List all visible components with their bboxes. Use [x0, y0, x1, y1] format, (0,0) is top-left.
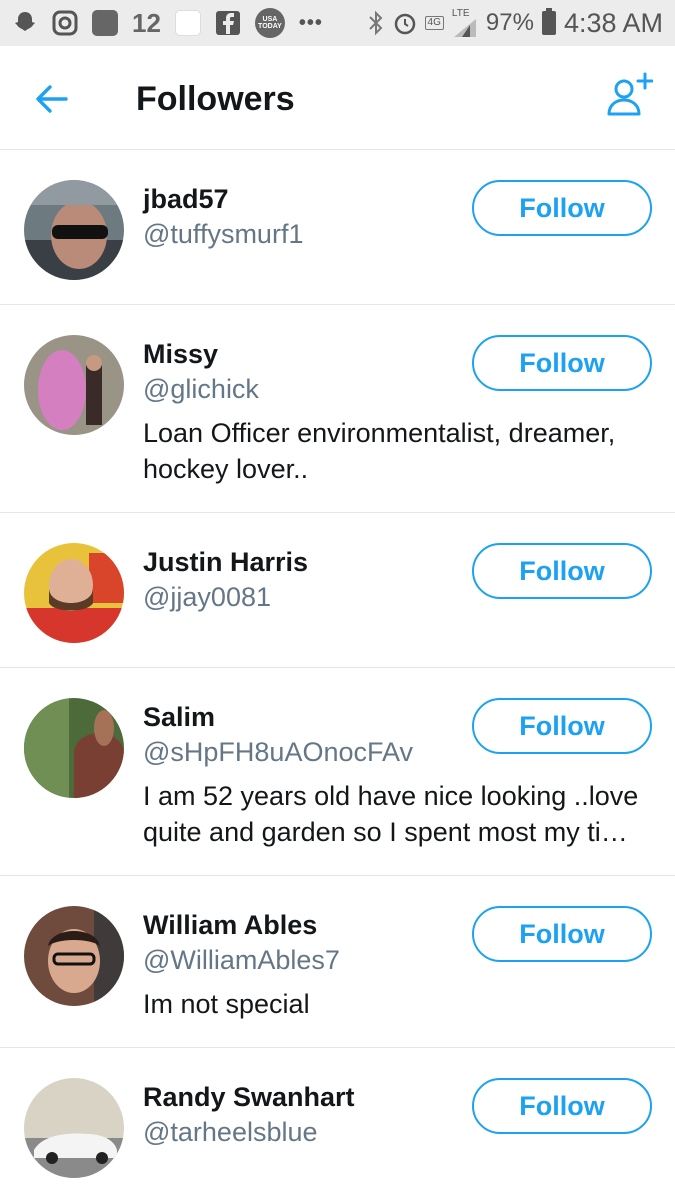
more-notifications-icon: •••: [298, 11, 323, 34]
network-indicator: 4G: [424, 16, 444, 30]
back-arrow-icon: [36, 85, 68, 113]
user-bio: I am 52 years old have nice looking ..lo…: [143, 781, 639, 847]
follow-button[interactable]: Follow: [472, 906, 652, 962]
back-button[interactable]: [28, 76, 74, 122]
signal-bars-icon: [453, 19, 476, 37]
follow-button[interactable]: Follow: [472, 180, 652, 236]
avatar[interactable]: [24, 543, 124, 643]
follow-button[interactable]: Follow: [472, 335, 652, 391]
usa-today-icon: USA TODAY: [254, 8, 285, 38]
network-type-label: 4G: [424, 16, 444, 30]
follow-button[interactable]: Follow: [472, 698, 652, 754]
list-item[interactable]: Justin Harris @jjay0081 Follow: [0, 513, 675, 668]
facebook-icon: [215, 10, 241, 36]
signal-indicator: LTE: [452, 9, 478, 37]
page-title: Followers: [136, 80, 295, 118]
avatar[interactable]: [24, 335, 124, 435]
top-app-bar: Followers: [0, 46, 675, 150]
number-badge-icon: 12: [132, 7, 161, 38]
list-item[interactable]: William Ables @WilliamAbles7 Im not spec…: [0, 876, 675, 1048]
avatar[interactable]: [24, 180, 124, 280]
avatar[interactable]: [24, 906, 124, 1006]
bluetooth-icon: [367, 10, 385, 36]
lte-label: LTE: [451, 8, 470, 19]
add-user-icon: [607, 72, 653, 116]
follow-button[interactable]: Follow: [472, 1078, 652, 1134]
avatar[interactable]: [24, 698, 124, 798]
add-user-button[interactable]: [601, 68, 657, 124]
avatar[interactable]: [24, 1078, 124, 1178]
list-item[interactable]: jbad57 @tuffysmurf1 Follow: [0, 150, 675, 305]
app-notification-icon: [92, 10, 118, 36]
instagram-icon: [52, 10, 78, 36]
follow-button[interactable]: Follow: [472, 543, 652, 599]
user-bio: Im not special: [143, 989, 310, 1019]
snapchat-icon: [12, 10, 38, 36]
clock-time: 4:38 AM: [563, 7, 663, 38]
user-bio: Loan Officer environmentalist, dreamer, …: [143, 418, 616, 484]
list-item[interactable]: Salim @sHpFH8uAOnocFAv I am 52 years old…: [0, 668, 675, 876]
status-bar: 12 USA TODAY ••• 4G LTE 97% 4:38 AM: [0, 0, 675, 46]
followers-list: jbad57 @tuffysmurf1 Follow Missy @glichi…: [0, 150, 675, 1200]
list-item[interactable]: Randy Swanhart @tarheelsblue Follow: [0, 1048, 675, 1200]
alarm-icon: [393, 11, 417, 35]
battery-icon: [541, 8, 556, 35]
blank-notification-icon: [174, 10, 201, 36]
list-item[interactable]: Missy @glichick Loan Officer environment…: [0, 305, 675, 513]
battery-percentage: 97%: [485, 9, 534, 36]
usa-today-label: USA TODAY: [258, 16, 282, 30]
